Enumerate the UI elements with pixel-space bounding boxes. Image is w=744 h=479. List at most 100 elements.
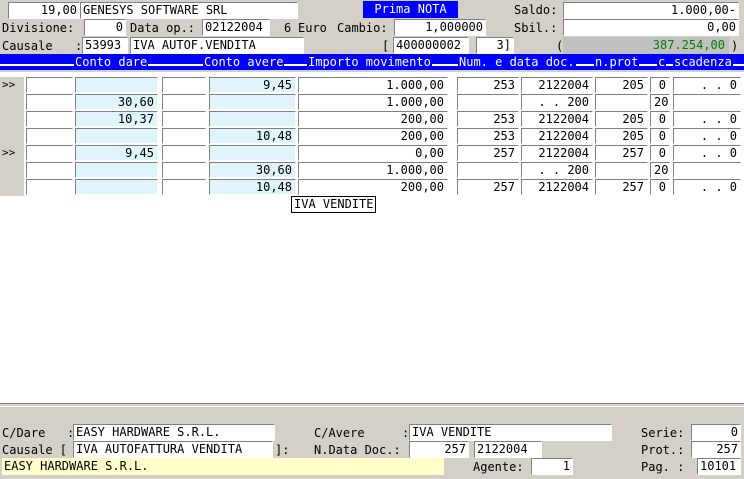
cell-importo[interactable]: 1.000,00 <box>298 94 448 110</box>
cell-conto-avere-code[interactable] <box>162 111 206 127</box>
amount-field[interactable]: 19,00 <box>8 2 80 19</box>
row-marker[interactable]: >> <box>0 145 24 162</box>
cell-conto-avere-code[interactable] <box>162 94 206 110</box>
cavere-field: IVA VENDITE <box>409 424 612 441</box>
cell-conto-dare[interactable]: 10,37 <box>75 111 158 127</box>
cell-n-prot[interactable]: 205 <box>595 128 648 144</box>
cell-conto-avere[interactable]: 10,48 <box>209 128 296 144</box>
cell-conto-dare-code[interactable] <box>26 145 73 161</box>
cell-conto-dare[interactable]: 9,45 <box>75 145 158 161</box>
cell-num-doc[interactable]: 253 <box>457 77 519 93</box>
saldo-value: 1.000,00- <box>563 2 739 19</box>
cell-scadenza[interactable]: . . 0 <box>673 145 741 161</box>
cell-conto-avere[interactable] <box>209 111 296 127</box>
cell-c[interactable]: 0 <box>650 179 670 195</box>
pag-field[interactable]: 10101 <box>697 458 741 475</box>
cell-scadenza[interactable]: . . 0 <box>673 77 741 93</box>
cell-conto-dare-code[interactable] <box>26 179 73 195</box>
cell-conto-dare[interactable] <box>75 77 158 93</box>
divisione-label: Divisione: <box>2 21 75 35</box>
data-op-label: Data op.: <box>130 21 196 35</box>
cell-num-doc[interactable] <box>457 94 519 110</box>
window-title: Prima NOTA <box>363 1 458 18</box>
cell-conto-avere-code[interactable] <box>162 145 206 161</box>
row-marker[interactable] <box>0 111 24 128</box>
cell-conto-avere[interactable] <box>209 145 296 161</box>
cell-data-doc[interactable]: 2122004 <box>521 145 593 161</box>
cell-n-prot[interactable]: 257 <box>595 179 648 195</box>
cell-num-doc[interactable]: 253 <box>457 128 519 144</box>
cell-conto-avere[interactable]: 10,48 <box>209 179 296 195</box>
registro-num-field: 3] <box>476 37 514 54</box>
cell-importo[interactable]: 1.000,00 <box>298 77 448 93</box>
cell-num-doc[interactable]: 253 <box>457 111 519 127</box>
cambio-field[interactable]: 1,000000 <box>394 19 486 36</box>
cell-conto-dare-code[interactable] <box>26 77 73 93</box>
cell-conto-avere-code[interactable] <box>162 128 206 144</box>
cell-c[interactable]: 0 <box>650 145 670 161</box>
cell-c[interactable]: 0 <box>650 77 670 93</box>
cell-importo[interactable]: 1.000,00 <box>298 162 448 178</box>
cell-num-doc[interactable]: 257 <box>457 145 519 161</box>
description-bar: EASY HARDWARE S.R.L. <box>2 458 444 475</box>
row-marker[interactable] <box>0 162 24 179</box>
cell-conto-avere-code[interactable] <box>162 162 206 178</box>
cell-scadenza[interactable]: . . 0 <box>673 111 741 127</box>
cell-conto-dare-code[interactable] <box>26 94 73 110</box>
cell-n-prot[interactable]: 205 <box>595 77 648 93</box>
cdare-label: C/Dare <box>2 426 46 440</box>
cell-c[interactable]: 20 <box>650 162 670 178</box>
cell-conto-dare[interactable] <box>75 128 158 144</box>
cell-conto-avere[interactable] <box>209 94 296 110</box>
cell-data-doc[interactable]: . . 200 <box>521 162 593 178</box>
cell-importo[interactable]: 0,00 <box>298 145 448 161</box>
cell-data-doc[interactable]: 2122004 <box>521 179 593 195</box>
cell-conto-dare-code[interactable] <box>26 162 73 178</box>
row-marker[interactable] <box>0 128 24 145</box>
cell-c[interactable]: 0 <box>650 128 670 144</box>
cell-n-prot[interactable] <box>595 162 648 178</box>
cell-importo[interactable]: 200,00 <box>298 179 448 195</box>
cell-conto-dare-code[interactable] <box>26 111 73 127</box>
divisione-field[interactable]: 0 <box>84 19 126 36</box>
data-op-field[interactable]: 02122004 <box>202 19 270 36</box>
cell-n-prot[interactable]: 205 <box>595 111 648 127</box>
causale-label: Causale <box>2 39 53 53</box>
cell-conto-avere-code[interactable] <box>162 179 206 195</box>
cell-importo[interactable]: 200,00 <box>298 128 448 144</box>
cell-conto-dare-code[interactable] <box>26 128 73 144</box>
row-marker[interactable] <box>0 94 24 111</box>
cell-scadenza[interactable]: . . 0 <box>673 179 741 195</box>
cell-data-doc[interactable]: 2122004 <box>521 111 593 127</box>
row-marker[interactable] <box>0 179 24 196</box>
cell-scadenza[interactable]: . . 0 <box>673 128 741 144</box>
row-marker[interactable]: >> <box>0 77 24 94</box>
agente-label: Agente: <box>473 460 524 474</box>
cell-num-doc[interactable]: 257 <box>457 179 519 195</box>
cell-scadenza[interactable] <box>673 94 741 110</box>
col-scadenza: scadenza <box>673 54 733 70</box>
cell-conto-dare[interactable]: 30,60 <box>75 94 158 110</box>
cell-conto-avere-code[interactable] <box>162 77 206 93</box>
cell-data-doc[interactable]: . . 200 <box>521 94 593 110</box>
col-c: c <box>657 54 667 70</box>
cell-num-doc[interactable] <box>457 162 519 178</box>
cell-n-prot[interactable] <box>595 94 648 110</box>
cell-importo[interactable]: 200,00 <box>298 111 448 127</box>
cell-n-prot[interactable]: 257 <box>595 145 648 161</box>
cell-conto-avere[interactable]: 30,60 <box>209 162 296 178</box>
serie-field[interactable]: 0 <box>691 424 741 441</box>
cell-conto-dare[interactable] <box>75 179 158 195</box>
prot-field[interactable]: 257 <box>691 441 741 458</box>
serie-label: Serie: <box>641 426 685 440</box>
causale-code-field[interactable]: 53993 <box>82 37 128 54</box>
cell-conto-dare[interactable] <box>75 162 158 178</box>
agente-field[interactable]: 1 <box>531 458 573 475</box>
cell-conto-avere[interactable]: 9,45 <box>209 77 296 93</box>
registro-bracket: [ <box>382 39 390 53</box>
cell-data-doc[interactable]: 2122004 <box>521 77 593 93</box>
cell-c[interactable]: 20 <box>650 94 670 110</box>
cell-data-doc[interactable]: 2122004 <box>521 128 593 144</box>
cell-c[interactable]: 0 <box>650 111 670 127</box>
cell-scadenza[interactable] <box>673 162 741 178</box>
